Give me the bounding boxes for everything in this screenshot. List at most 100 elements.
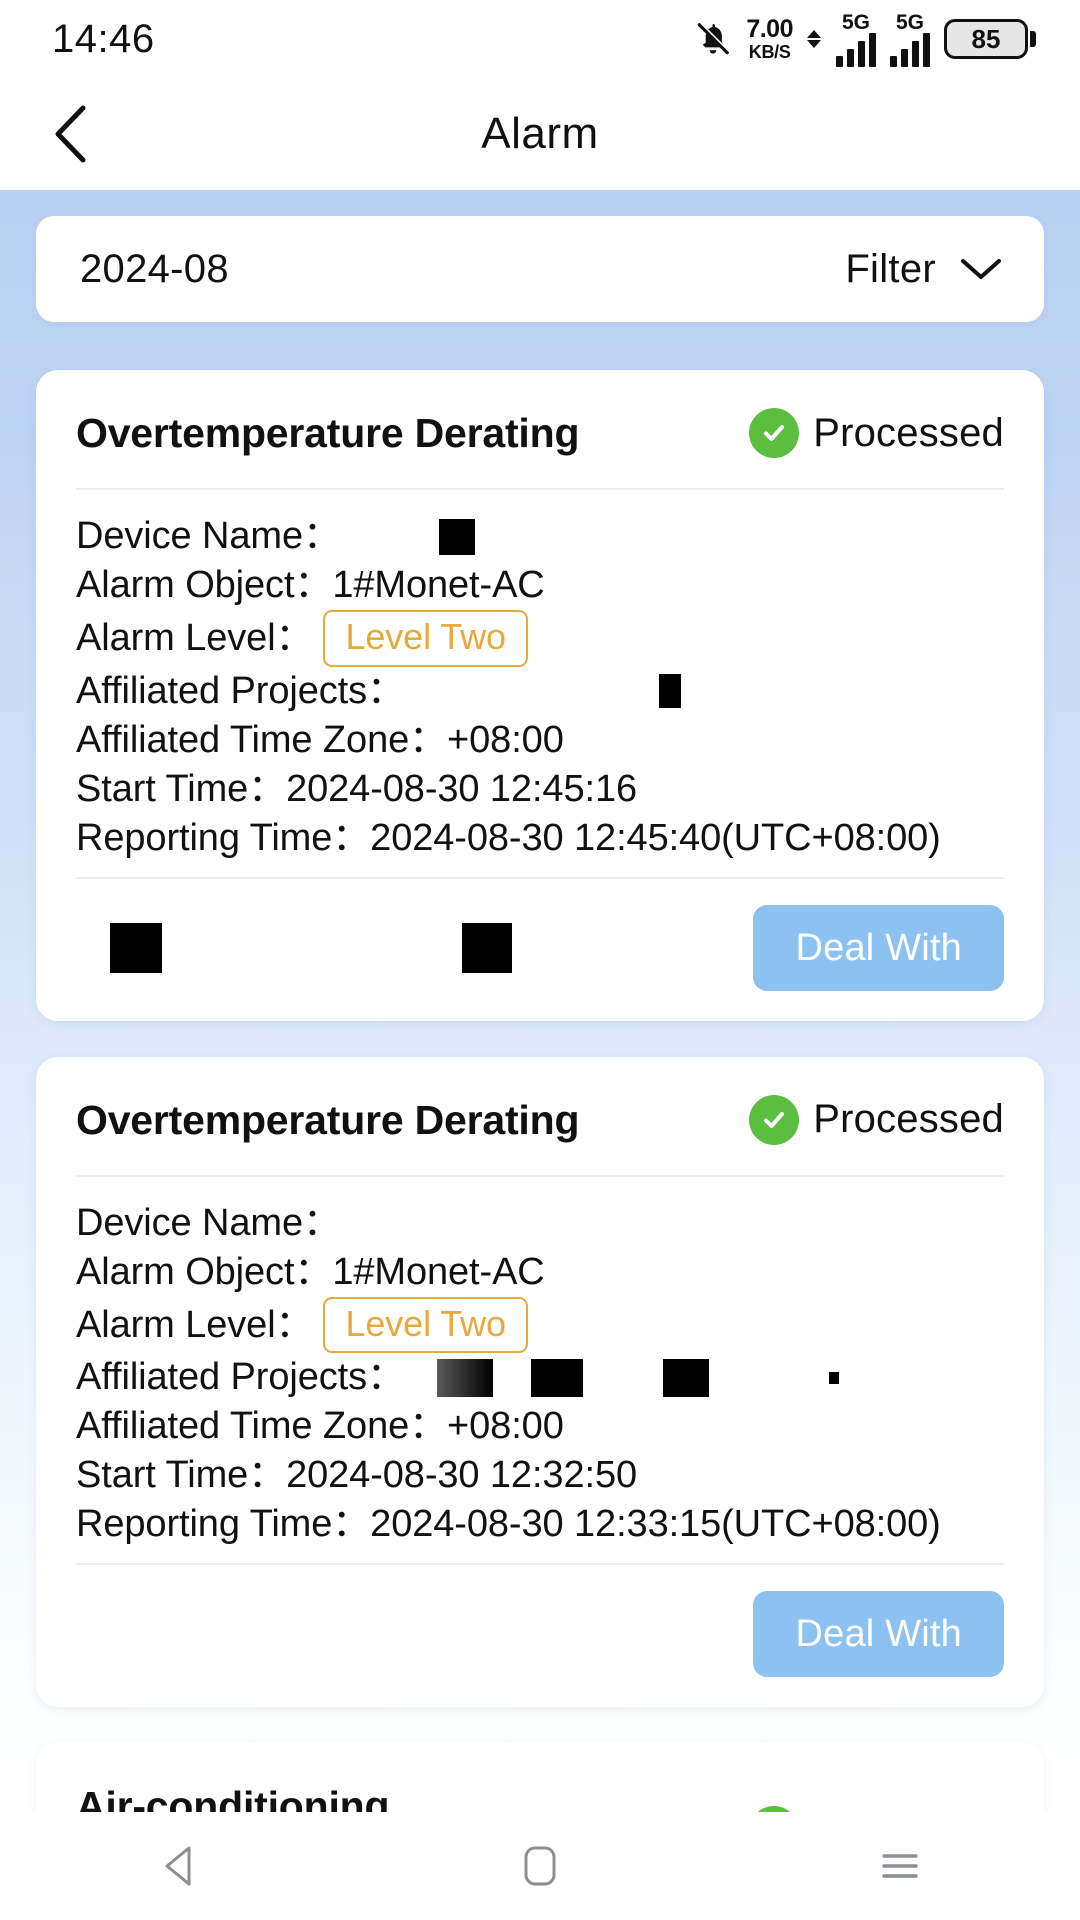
row-label: Device Name：	[76, 1201, 341, 1244]
network-speed-indicator: 7.00 KB/S	[746, 15, 793, 62]
alarm-card-header: Air-conditioning communication fault Pro…	[76, 1743, 1004, 1812]
row-affiliated-time-zone: Affiliated Time Zone： +08:00	[76, 716, 1004, 765]
check-circle-icon	[749, 408, 800, 458]
nav-home-button[interactable]	[480, 1826, 600, 1906]
network-speed-unit: KB/S	[748, 42, 791, 62]
sim1-network-label: 5G	[841, 10, 870, 34]
row-device-name: Device Name：	[76, 512, 1004, 561]
row-affiliated-projects: Affiliated Projects：	[76, 1353, 1004, 1402]
row-label: Start Time：	[76, 767, 287, 810]
row-alarm-level: Alarm Level： Level Two	[76, 610, 1004, 667]
alarm-card-body: Device Name： Alarm Object： 1#Monet-AC Al…	[76, 1177, 1004, 1564]
alarm-card-footer: Deal With	[76, 1565, 1004, 1707]
alarm-level-badge: Level Two	[323, 1296, 528, 1354]
back-button[interactable]	[36, 99, 106, 169]
redaction-block	[662, 1358, 709, 1397]
row-alarm-object: Alarm Object： 1#Monet-AC	[76, 561, 1004, 610]
battery-level-text: 85	[971, 23, 1001, 54]
system-nav-bar	[0, 1812, 1080, 1920]
alarm-title: Air-conditioning communication fault	[76, 1783, 390, 1812]
alarm-card-body: Device Name： Alarm Object： 1#Monet-AC Al…	[76, 490, 1004, 877]
data-transfer-arrows-icon	[807, 30, 821, 48]
period-selector[interactable]: 2024-08	[80, 247, 229, 292]
chevron-down-icon	[961, 259, 1001, 279]
battery-icon: 85	[944, 19, 1036, 59]
page-title: Alarm	[481, 109, 599, 158]
sim1-signal-indicator: 5G	[836, 12, 876, 67]
filter-dropdown[interactable]: Filter	[845, 247, 1004, 292]
alarm-level-badge: Level Two	[323, 610, 528, 667]
phone-screen: 14:46 7.00 KB/S 5G 5G 85 Alarm 2024-08 F…	[0, 0, 1080, 1920]
sim2-signal-indicator: 5G	[890, 12, 930, 67]
check-icon	[764, 425, 785, 441]
status-label: Processed	[813, 410, 1004, 455]
row-label: Reporting Time：	[76, 1503, 371, 1546]
row-value: 1#Monet-AC	[332, 564, 545, 607]
redaction-block	[110, 922, 162, 973]
sim2-network-label: 5G	[895, 10, 924, 34]
row-value: 2024-08-30 12:33:15(UTC+08:00)	[370, 1503, 941, 1546]
alarm-card[interactable]: Overtemperature Derating Processed Devic…	[36, 1056, 1044, 1708]
row-label: Affiliated Projects：	[76, 1356, 405, 1399]
filter-bar[interactable]: 2024-08 Filter	[36, 216, 1044, 322]
filter-label: Filter	[845, 246, 936, 291]
status-bar-icons: 7.00 KB/S 5G 5G 85	[694, 12, 1036, 67]
check-circle-icon	[749, 1094, 800, 1145]
nav-back-button[interactable]	[120, 1826, 240, 1906]
rounded-square-home-icon	[524, 1846, 556, 1886]
deal-with-button[interactable]: Deal With	[753, 1591, 1004, 1678]
row-label: Device Name：	[76, 515, 341, 558]
chevron-left-icon	[55, 105, 86, 163]
status-bar-clock: 14:46	[52, 16, 155, 61]
alarm-title: Overtemperature Derating	[76, 1096, 580, 1143]
signal-bars-icon	[836, 32, 876, 67]
alarm-card[interactable]: Air-conditioning communication fault Pro…	[36, 1743, 1044, 1812]
row-value: 2024-08-30 12:32:50	[286, 1454, 638, 1497]
triangle-back-icon	[165, 1846, 191, 1886]
row-start-time: Start Time： 2024-08-30 12:32:50	[76, 1451, 1004, 1500]
network-speed-value: 7.00	[746, 15, 793, 43]
alarm-card-footer: Deal With	[76, 879, 1004, 1021]
redaction-block	[658, 674, 681, 709]
redaction-block	[530, 1358, 583, 1397]
row-value: 1#Monet-AC	[332, 1250, 545, 1293]
redaction-block	[828, 1371, 839, 1384]
footer-redactions	[76, 922, 512, 973]
row-alarm-level: Alarm Level： Level Two	[76, 1296, 1004, 1354]
row-label: Start Time：	[76, 1454, 287, 1497]
row-label: Affiliated Time Zone：	[76, 718, 448, 761]
nav-recents-button[interactable]	[840, 1826, 960, 1906]
status-label: Processed	[813, 1097, 1004, 1142]
row-value: +08:00	[447, 718, 564, 761]
row-reporting-time: Reporting Time：2024-08-30 12:33:15(UTC+0…	[76, 1500, 1004, 1549]
row-label: Affiliated Time Zone：	[76, 1405, 448, 1448]
hamburger-recents-icon	[882, 1854, 918, 1878]
bell-off-icon	[698, 22, 731, 55]
row-affiliated-time-zone: Affiliated Time Zone： +08:00	[76, 1402, 1004, 1451]
row-value: +08:00	[447, 1405, 564, 1448]
check-icon	[764, 1111, 785, 1128]
redaction-block	[436, 1358, 493, 1397]
status-bar: 14:46 7.00 KB/S 5G 5G 85	[0, 0, 1080, 78]
row-label: Alarm Object：	[76, 1250, 333, 1293]
row-alarm-object: Alarm Object： 1#Monet-AC	[76, 1248, 1004, 1297]
alarm-title: Overtemperature Derating	[76, 410, 580, 456]
row-label: Alarm Object：	[76, 564, 333, 607]
row-reporting-time: Reporting Time：2024-08-30 12:45:40(UTC+0…	[76, 814, 1004, 863]
status-badge: Processed	[749, 408, 1004, 458]
deal-with-button[interactable]: Deal With	[753, 904, 1004, 991]
row-affiliated-projects: Affiliated Projects：	[76, 667, 1004, 716]
redaction-block	[462, 922, 512, 973]
alarm-card[interactable]: Overtemperature Derating Processed Devic…	[36, 370, 1044, 1021]
app-title-bar: Alarm	[0, 78, 1080, 190]
alarm-card-header: Overtemperature Derating Processed	[76, 370, 1004, 488]
row-start-time: Start Time： 2024-08-30 12:45:16	[76, 765, 1004, 814]
alarm-list-scroll-area[interactable]: 2024-08 Filter Overtemperature Derating	[0, 190, 1080, 1812]
row-label: Alarm Level：	[76, 1303, 314, 1346]
row-label: Alarm Level：	[76, 617, 314, 659]
row-label: Affiliated Projects：	[76, 669, 405, 712]
row-device-name: Device Name：	[76, 1199, 1004, 1248]
row-value: 2024-08-30 12:45:16	[286, 767, 638, 810]
redaction-block	[438, 518, 475, 555]
status-badge: Processed	[749, 1094, 1004, 1145]
